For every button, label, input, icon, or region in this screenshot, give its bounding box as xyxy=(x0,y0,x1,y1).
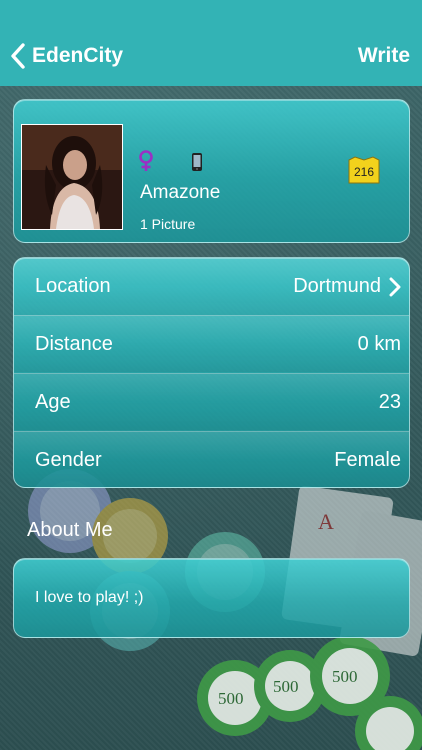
location-row[interactable]: Location Dortmund xyxy=(14,258,409,315)
profile-name: Amazone xyxy=(140,182,221,203)
location-label: Location xyxy=(35,275,111,297)
about-me-box: I love to play! ;) xyxy=(13,558,410,638)
age-label: Age xyxy=(35,390,71,413)
age-row: Age 23 xyxy=(14,373,409,430)
distance-row: Distance 0 km xyxy=(14,315,409,372)
navigation-bar: EdenCity Write xyxy=(0,0,422,86)
level-badge: 216 xyxy=(347,156,381,191)
about-me-text: I love to play! ;) xyxy=(35,589,144,606)
mobile-phone-icon xyxy=(192,153,202,171)
distance-value: 0 km xyxy=(357,332,401,355)
profile-photo-image xyxy=(22,125,122,229)
back-button[interactable]: EdenCity xyxy=(10,40,123,72)
svg-text:500: 500 xyxy=(332,667,358,686)
about-me-heading: About Me xyxy=(27,519,113,541)
distance-label: Distance xyxy=(35,332,113,355)
svg-text:500: 500 xyxy=(273,677,299,696)
gender-row: Gender Female xyxy=(14,431,409,487)
chevron-left-icon xyxy=(11,43,25,69)
svg-text:A: A xyxy=(318,509,334,534)
level-badge-number: 216 xyxy=(354,165,374,179)
location-value: Dortmund xyxy=(293,275,381,297)
chevron-right-icon xyxy=(389,277,401,296)
svg-text:500: 500 xyxy=(218,689,244,708)
details-list: Location Dortmund Distance 0 km Age 23 G… xyxy=(13,257,410,488)
write-button[interactable]: Write xyxy=(358,40,410,72)
picture-count[interactable]: 1 Picture xyxy=(140,216,195,232)
gender-value: Female xyxy=(334,448,401,471)
profile-card: Amazone 1 Picture 216 xyxy=(13,99,410,243)
age-value: 23 xyxy=(378,390,401,413)
back-button-label: EdenCity xyxy=(32,44,124,67)
gender-label: Gender xyxy=(35,448,102,471)
profile-photo[interactable] xyxy=(21,124,123,230)
female-symbol-icon xyxy=(139,150,153,171)
